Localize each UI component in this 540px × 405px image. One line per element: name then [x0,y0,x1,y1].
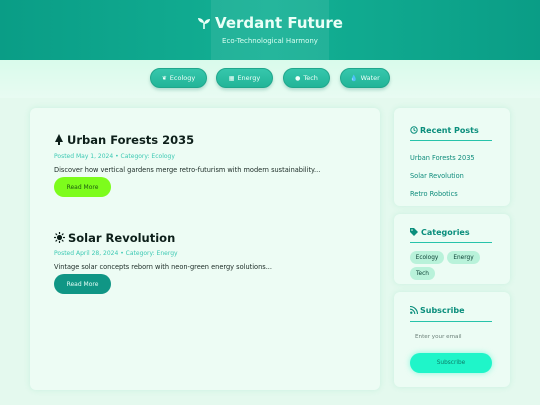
recent-posts-heading-text: Recent Posts [420,126,479,135]
post-meta: Posted April 28, 2024 • Category: Energy [54,250,178,257]
robot-icon: ● [295,74,301,82]
solar-panel-icon: ▦ [228,74,235,82]
tree-icon [55,134,63,145]
subscribe-heading: Subscribe [409,305,465,315]
post-title[interactable]: Urban Forests 2035 [54,133,194,147]
tags-icon [410,228,418,236]
subscribe-heading-text: Subscribe [420,306,465,315]
post-title-text: Solar Revolution [68,231,176,245]
history-icon [410,126,418,134]
nav-tech-label: Tech [303,74,318,82]
site-title-text: Verdant Future [215,14,343,32]
nav-ecology-button[interactable]: ❦ Ecology [150,68,207,88]
divider [410,140,492,141]
read-more-button[interactable]: Read More [54,274,111,294]
recent-post-link[interactable]: Retro Robotics [410,190,458,198]
nav-energy-button[interactable]: ▦ Energy [216,68,273,88]
category-tag[interactable]: Ecology [410,251,444,264]
droplet-icon: 💧 [350,74,358,82]
site-tagline: Eco-Technological Harmony [222,37,318,45]
leaf-icon: ❦ [161,74,167,82]
nav-tech-button[interactable]: ● Tech [283,68,330,88]
posts-panel [30,108,380,390]
nav-energy-label: Energy [237,74,261,82]
categories-heading-text: Categories [421,228,470,237]
nav-water-label: Water [360,74,380,82]
post-meta: Posted May 1, 2024 • Category: Ecology [54,153,175,160]
read-more-button[interactable]: Read More [54,177,111,197]
post-excerpt: Vintage solar concepts reborn with neon-… [54,263,272,271]
recent-posts-heading: Recent Posts [410,126,479,135]
category-tag[interactable]: Tech [410,267,435,280]
nav-water-button[interactable]: 💧 Water [340,68,390,88]
post-title-text: Urban Forests 2035 [67,133,195,147]
sprout-icon [198,18,211,29]
rss-icon [409,305,419,315]
divider [410,242,492,243]
sun-icon [54,232,65,243]
categories-heading: Categories [410,228,470,237]
category-tag[interactable]: Energy [447,251,480,264]
site-title[interactable]: Verdant Future [0,14,540,32]
nav-ecology-label: Ecology [169,74,196,82]
post-title[interactable]: Solar Revolution [54,231,175,245]
post-excerpt: Discover how vertical gardens merge retr… [54,166,321,174]
email-field[interactable] [410,330,492,344]
divider [410,321,492,322]
subscribe-button[interactable]: Subscribe [410,353,492,373]
recent-post-link[interactable]: Urban Forests 2035 [410,154,475,162]
recent-post-link[interactable]: Solar Revolution [410,172,464,180]
